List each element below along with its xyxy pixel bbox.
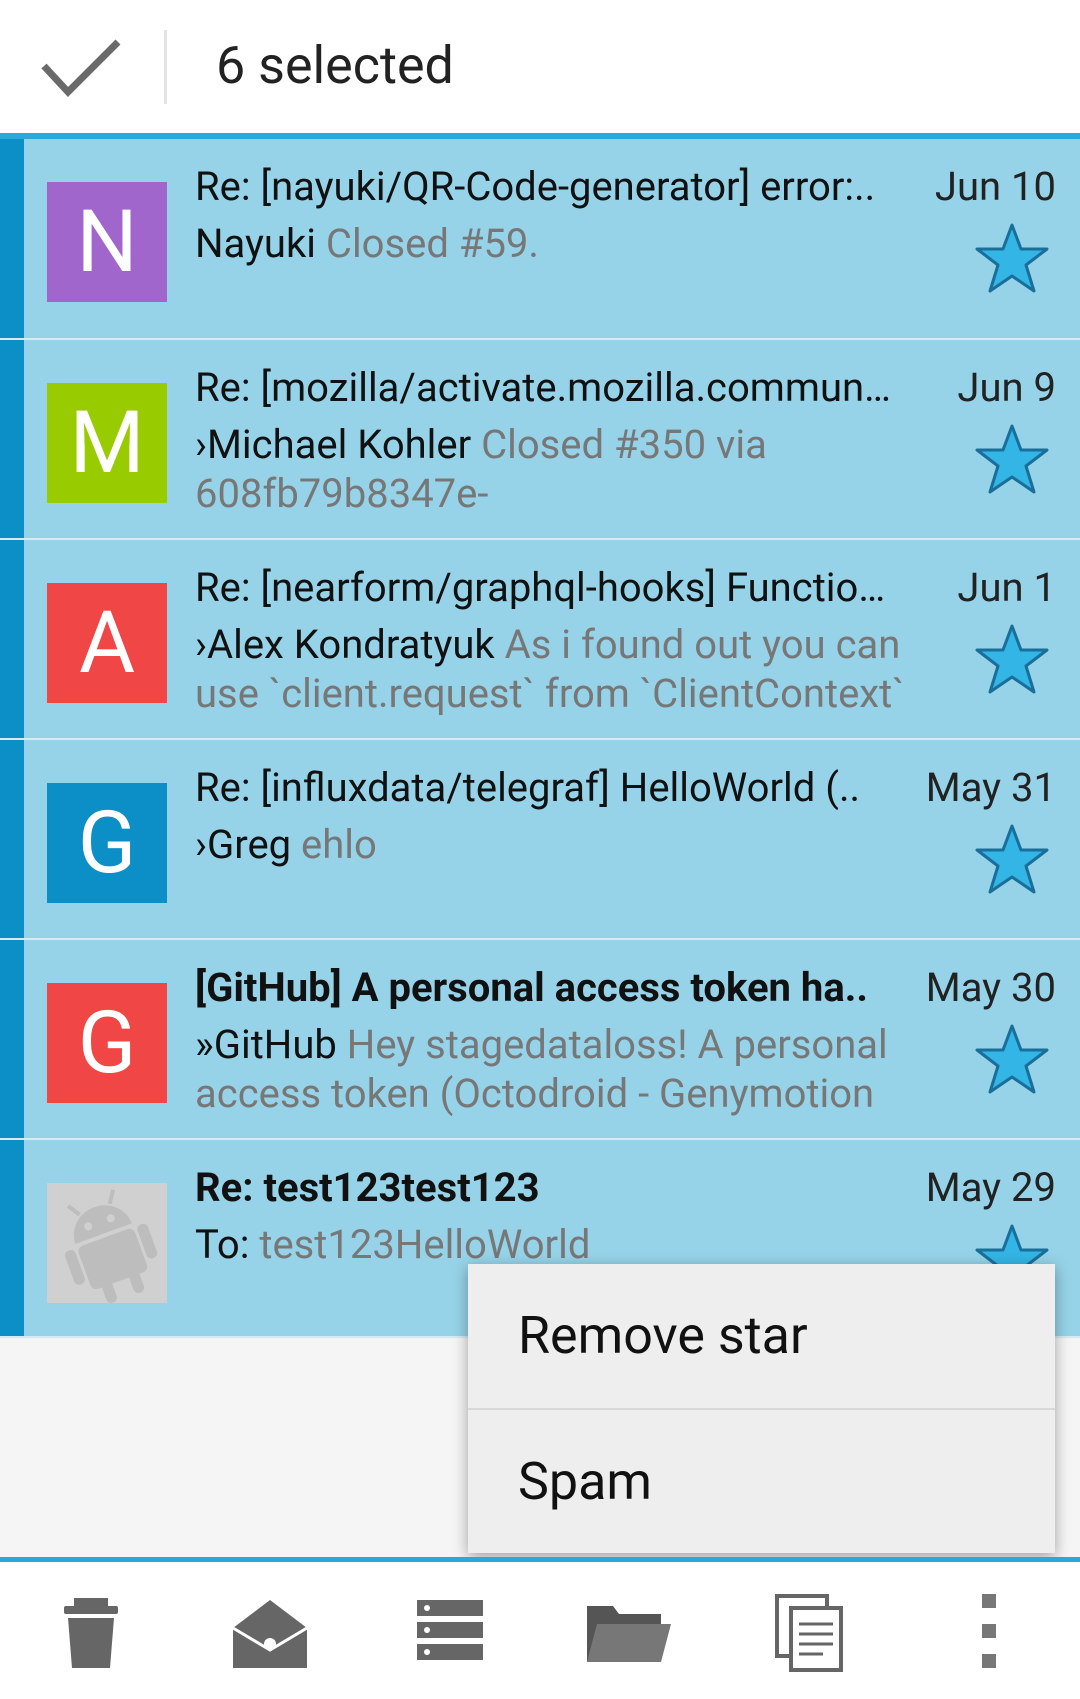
message-list: N Re: [nayuki/QR-Code-generator] error:.…: [0, 139, 1080, 1338]
message-subject: Re: test123test123: [195, 1164, 540, 1211]
message-subject: Re: [nayuki/QR-Code-generator] error:..: [195, 163, 876, 210]
message-preview: ›Alex Kondratyuk As i found out you can …: [195, 620, 935, 718]
message-preview: »GitHub Hey stagedataloss! A personal ac…: [195, 1020, 935, 1118]
message-sender: »GitHub: [195, 1021, 337, 1068]
message-snippet: test123HelloWorld: [249, 1221, 591, 1268]
menu-item-spam[interactable]: Spam: [468, 1408, 1055, 1554]
archive-icon[interactable]: [405, 1592, 495, 1672]
message-date: May 29: [925, 1164, 1056, 1211]
message-preview: To: test123HelloWorld: [195, 1220, 935, 1269]
message-date: Jun 9: [957, 364, 1056, 411]
message-subject: Re: [nearform/graphql-hooks] Function..: [195, 564, 895, 611]
overflow-popup-menu: Remove star Spam: [468, 1264, 1055, 1553]
star-icon[interactable]: [974, 422, 1050, 496]
message-row[interactable]: G [GitHub] A personal access token ha.. …: [0, 940, 1080, 1140]
message-date: Jun 1: [957, 564, 1056, 611]
message-subject: Re: [mozilla/activate.mozilla.communit..: [195, 364, 895, 411]
message-row[interactable]: G Re: [influxdata/telegraf] HelloWorld (…: [0, 740, 1080, 940]
avatar[interactable]: G: [47, 983, 167, 1103]
copy-icon[interactable]: [763, 1592, 853, 1672]
message-subject: [GitHub] A personal access token ha..: [195, 964, 868, 1011]
message-sender: Nayuki: [195, 220, 316, 267]
message-preview: ›Greg ehlo: [195, 820, 935, 869]
message-date: Jun 10: [934, 163, 1056, 210]
star-icon[interactable]: [974, 221, 1050, 295]
selection-indicator: [0, 940, 24, 1138]
message-preview: ›Michael Kohler Closed #350 via 608fb79b…: [195, 420, 935, 518]
message-row[interactable]: N Re: [nayuki/QR-Code-generator] error:.…: [0, 139, 1080, 340]
selection-indicator: [0, 1140, 24, 1336]
trash-icon[interactable]: [46, 1592, 136, 1672]
avatar[interactable]: N: [47, 182, 167, 302]
star-icon[interactable]: [974, 1022, 1050, 1096]
selection-indicator: [0, 740, 24, 938]
menu-item-remove-star[interactable]: Remove star: [468, 1264, 1055, 1408]
bottom-action-bar: [0, 1562, 1080, 1699]
avatar[interactable]: [47, 1183, 167, 1303]
android-avatar-icon: [65, 1189, 158, 1303]
avatar[interactable]: A: [47, 583, 167, 703]
avatar[interactable]: G: [47, 783, 167, 903]
mark-read-icon[interactable]: [225, 1592, 315, 1672]
message-date: May 31: [925, 764, 1056, 811]
overflow-menu-icon[interactable]: [944, 1592, 1034, 1672]
message-sender: ›Greg: [195, 821, 292, 868]
message-sender: ›Michael Kohler: [195, 421, 472, 468]
selection-indicator: [0, 139, 24, 338]
done-check-icon[interactable]: [40, 36, 122, 98]
selection-indicator: [0, 340, 24, 538]
action-bar: 6 selected: [0, 0, 1080, 133]
action-bar-divider: [164, 30, 167, 104]
message-sender: To:: [195, 1221, 250, 1268]
message-subject: Re: [influxdata/telegraf] HelloWorld (..: [195, 764, 861, 811]
move-folder-icon[interactable]: [583, 1592, 673, 1672]
selection-count: 6 selected: [216, 35, 454, 96]
message-row[interactable]: M Re: [mozilla/activate.mozilla.communit…: [0, 340, 1080, 540]
star-icon[interactable]: [974, 622, 1050, 696]
message-snippet: Closed #59.: [315, 220, 539, 267]
selection-indicator: [0, 540, 24, 738]
star-icon[interactable]: [974, 822, 1050, 896]
avatar[interactable]: M: [47, 383, 167, 503]
message-sender: ›Alex Kondratyuk: [195, 621, 495, 668]
message-preview: Nayuki Closed #59.: [195, 219, 935, 268]
message-snippet: ehlo: [291, 821, 377, 868]
message-date: May 30: [925, 964, 1056, 1011]
message-row[interactable]: A Re: [nearform/graphql-hooks] Function.…: [0, 540, 1080, 740]
